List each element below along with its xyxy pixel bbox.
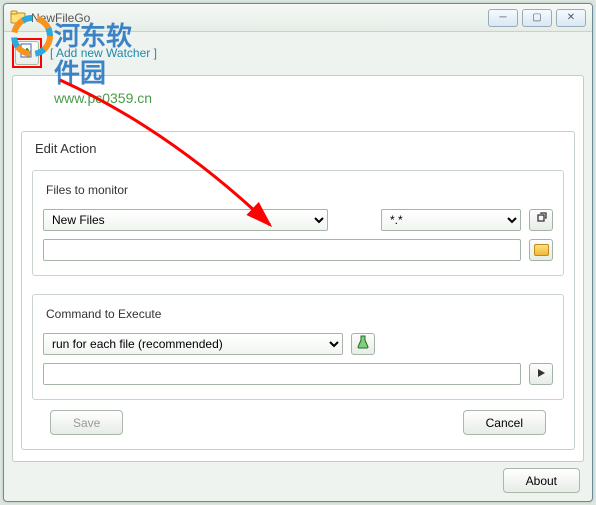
- close-button[interactable]: ✕: [556, 9, 586, 27]
- app-icon: [10, 10, 26, 26]
- add-watcher-button[interactable]: [15, 41, 39, 65]
- folder-icon: [534, 244, 549, 256]
- plus-document-icon: [20, 43, 34, 64]
- maximize-button[interactable]: ▢: [522, 9, 552, 27]
- external-icon: [535, 211, 547, 229]
- action-buttons: Save Cancel: [32, 400, 564, 435]
- command-path-row: [43, 363, 553, 385]
- command-title: Command to Execute: [43, 307, 164, 321]
- flask-icon: [357, 335, 369, 354]
- toolbar: [ Add new Watcher ]: [12, 38, 584, 72]
- play-icon: [536, 365, 546, 383]
- test-command-button[interactable]: [351, 333, 375, 355]
- save-button[interactable]: Save: [50, 410, 123, 435]
- add-watcher-link[interactable]: [ Add new Watcher ]: [50, 46, 157, 60]
- run-command-button[interactable]: [529, 363, 553, 385]
- about-button[interactable]: About: [503, 468, 580, 493]
- window-buttons: ─ ▢ ✕: [488, 9, 586, 27]
- edit-action-title: Edit Action: [32, 141, 99, 156]
- command-mode-select[interactable]: run for each file (recommended): [43, 333, 343, 355]
- browse-folder-button[interactable]: [529, 239, 553, 261]
- edit-action-group: Edit Action Files to monitor New Files *…: [21, 131, 575, 450]
- cancel-button[interactable]: Cancel: [463, 410, 546, 435]
- highlight-box: [12, 38, 42, 68]
- app-window: NewFileGo ─ ▢ ✕ [ Add new Watcher ] Edit…: [3, 3, 593, 502]
- file-filter-select[interactable]: *.*: [381, 209, 521, 231]
- main-panel: Edit Action Files to monitor New Files *…: [12, 75, 584, 462]
- window-title: NewFileGo: [31, 11, 488, 25]
- footer: About: [12, 462, 584, 493]
- monitor-type-select[interactable]: New Files: [43, 209, 328, 231]
- path-input[interactable]: [43, 239, 521, 261]
- files-monitor-title: Files to monitor: [43, 183, 131, 197]
- titlebar: NewFileGo ─ ▢ ✕: [4, 4, 592, 32]
- minimize-button[interactable]: ─: [488, 9, 518, 27]
- files-monitor-group: Files to monitor New Files *.*: [32, 170, 564, 276]
- path-row: [43, 239, 553, 261]
- expand-filter-button[interactable]: [529, 209, 553, 231]
- command-input[interactable]: [43, 363, 521, 385]
- monitor-row: New Files *.*: [43, 209, 553, 231]
- window-body: [ Add new Watcher ] Edit Action Files to…: [4, 32, 592, 501]
- command-mode-row: run for each file (recommended): [43, 333, 553, 355]
- command-group: Command to Execute run for each file (re…: [32, 294, 564, 400]
